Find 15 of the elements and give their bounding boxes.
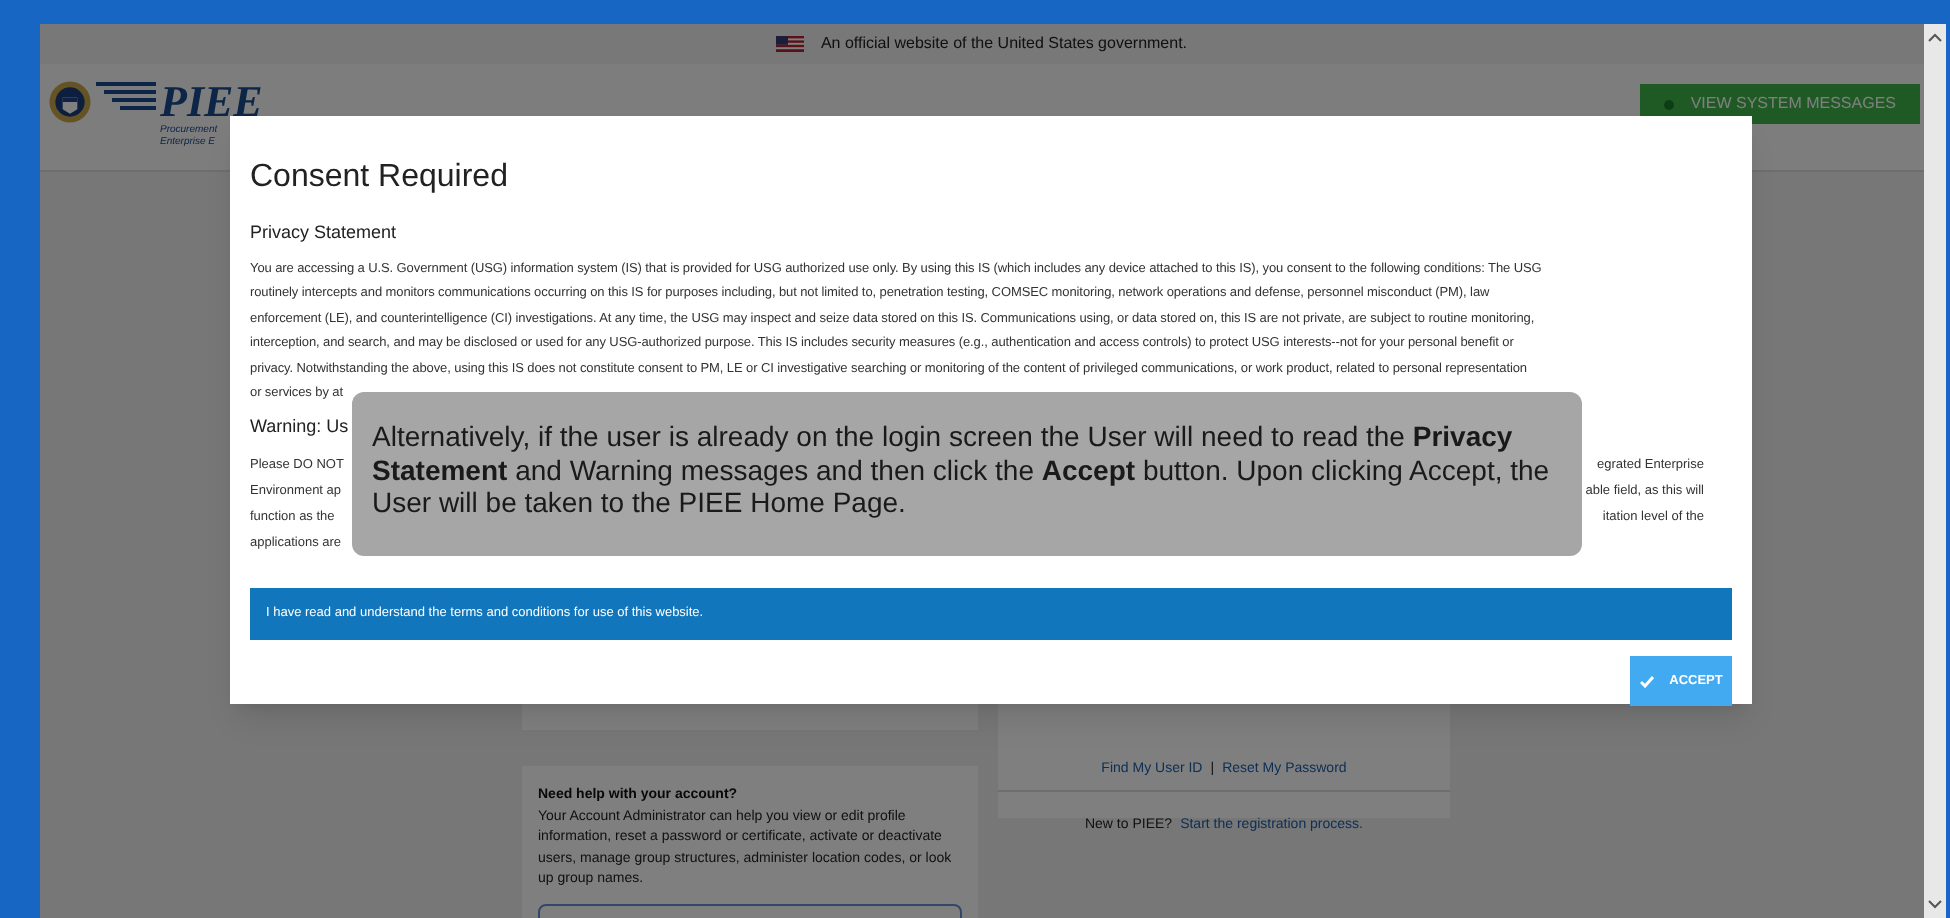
logo-text: PIEE xyxy=(160,80,263,124)
view-system-messages-button[interactable]: VIEW SYSTEM MESSAGES xyxy=(1640,84,1920,124)
section-heading: Warning: Us xyxy=(250,413,349,440)
section-heading: Privacy Statement xyxy=(250,220,397,246)
seal-icon xyxy=(48,80,92,124)
check-icon xyxy=(1639,675,1654,687)
instruction-callout: Alternatively, if the user is already on the login screen the User will need to read the Privacy Statement and Warning messages and then click the Accept button. Upon clicking Accept, the User will be taken to the PIEE Home Page. xyxy=(352,392,1582,556)
flag-icon xyxy=(776,36,805,52)
dialog-title: Consent Required xyxy=(250,158,508,198)
scroll-up-icon[interactable] xyxy=(1928,32,1942,42)
speed-lines-icon xyxy=(96,80,156,112)
scroll-down-icon[interactable] xyxy=(1928,900,1942,910)
scrollbar[interactable] xyxy=(1924,24,1946,918)
banner-text: An official website of the United States government. xyxy=(820,32,1188,56)
bullet-icon xyxy=(1664,99,1675,109)
